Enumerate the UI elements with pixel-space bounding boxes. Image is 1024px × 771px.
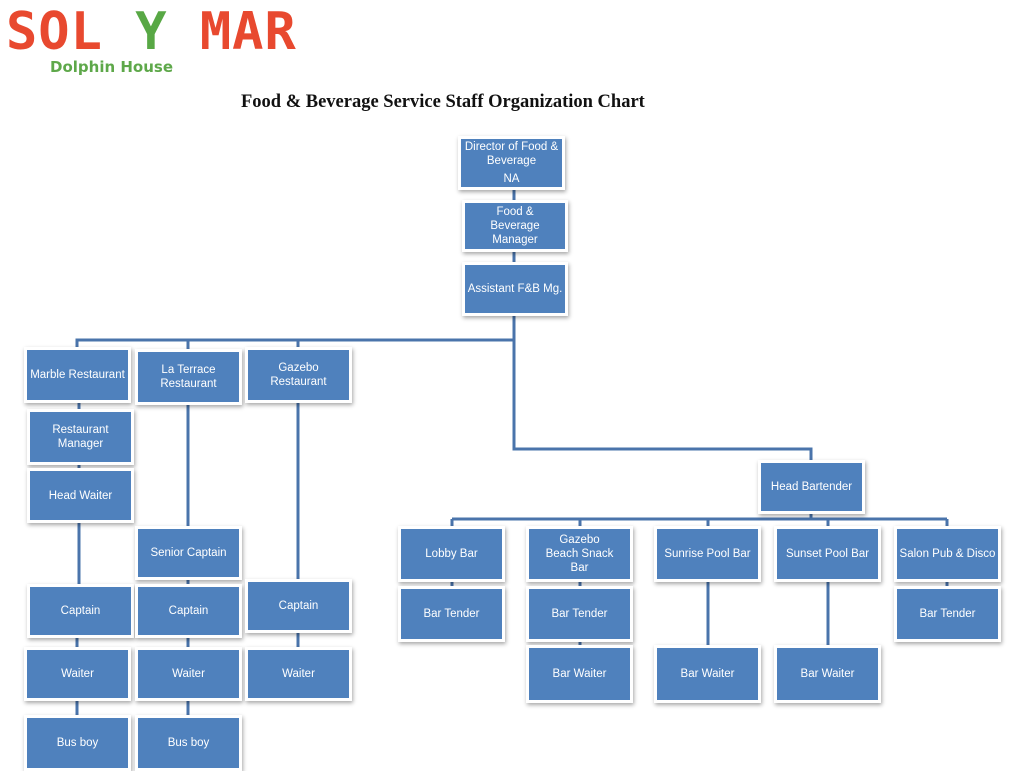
node-bartender-gazebo[interactable]: Bar Tender — [526, 586, 633, 642]
node-la-terrace-restaurant[interactable]: La Terrace Restaurant — [135, 349, 242, 405]
node-fb-manager[interactable]: Food & Beverage Manager — [462, 200, 568, 252]
node-marble-restaurant[interactable]: Marble Restaurant — [24, 347, 131, 403]
node-label: Waiter — [172, 668, 205, 680]
node-label: Bar Tender — [919, 608, 976, 620]
node-label: Lobby Bar — [425, 548, 478, 560]
node-label: Gazebo Restaurant — [270, 362, 327, 388]
node-bartender-salon[interactable]: Bar Tender — [894, 586, 1001, 642]
node-label: Gazebo Beach Snack Bar — [545, 534, 614, 574]
node-label: Director of Food & Beverage — [464, 141, 559, 167]
node-label: Senior Captain — [150, 547, 227, 559]
node-gazebo-restaurant[interactable]: Gazebo Restaurant — [245, 347, 352, 403]
node-label: Bar Waiter — [552, 668, 607, 680]
node-label: Head Waiter — [48, 489, 113, 502]
node-head-bartender[interactable]: Head Bartender — [758, 460, 865, 514]
node-label: Waiter — [282, 668, 315, 680]
node-director[interactable]: Director of Food & Beverage NA — [458, 136, 565, 190]
node-label: Marble Restaurant — [30, 369, 125, 381]
node-waiter-gazebo[interactable]: Waiter — [245, 647, 352, 701]
node-waiter-terrace[interactable]: Waiter — [135, 647, 242, 701]
node-restaurant-manager[interactable]: Restaurant Manager — [27, 409, 134, 465]
node-sunrise-pool-bar[interactable]: Sunrise Pool Bar — [654, 526, 761, 582]
node-captain-marble[interactable]: Captain — [27, 584, 134, 638]
node-sunset-pool-bar[interactable]: Sunset Pool Bar — [774, 526, 881, 582]
node-sublabel: NA — [503, 173, 520, 185]
connector-headbartender-bars-bus — [452, 513, 947, 521]
node-waiter-marble[interactable]: Waiter — [24, 647, 131, 701]
node-label: Bar Tender — [423, 608, 480, 620]
node-label: Bar Waiter — [800, 668, 855, 680]
node-barwaiter-gazebo[interactable]: Bar Waiter — [526, 645, 633, 703]
node-label: Waiter — [61, 668, 94, 680]
node-label: Bus boy — [167, 737, 210, 749]
node-label: Assistant F&B Mg. — [467, 283, 563, 295]
node-bartender-lobby[interactable]: Bar Tender — [398, 586, 505, 642]
node-assistant-fb[interactable]: Assistant F&B Mg. — [462, 262, 568, 316]
node-label: Food & Beverage Manager — [490, 206, 540, 246]
node-busboy-marble[interactable]: Bus boy — [24, 715, 131, 771]
node-label: Sunset Pool Bar — [785, 548, 870, 560]
node-gazebo-beach-snack-bar[interactable]: Gazebo Beach Snack Bar — [526, 526, 633, 582]
node-barwaiter-sunrise[interactable]: Bar Waiter — [654, 645, 761, 703]
node-label: Head Bartender — [770, 481, 853, 493]
node-label: Bar Tender — [551, 608, 608, 620]
connector-assistant-branch — [512, 315, 813, 461]
node-label: Captain — [278, 600, 319, 612]
node-captain-gazebo[interactable]: Captain — [245, 579, 352, 633]
node-label: Captain — [168, 605, 209, 617]
node-barwaiter-sunset[interactable]: Bar Waiter — [774, 645, 881, 703]
node-label: Bus boy — [56, 737, 99, 749]
node-label: Restaurant Manager — [52, 424, 109, 450]
node-lobby-bar[interactable]: Lobby Bar — [398, 526, 505, 582]
node-label: Bar Waiter — [680, 668, 735, 680]
node-salon-pub-disco[interactable]: Salon Pub & Disco — [894, 526, 1001, 582]
node-label: Salon Pub & Disco — [899, 548, 996, 560]
node-head-waiter[interactable]: Head Waiter — [27, 468, 134, 523]
node-captain-terrace[interactable]: Captain — [135, 584, 242, 638]
node-label: La Terrace Restaurant — [160, 364, 217, 390]
node-label: Captain — [60, 605, 101, 617]
node-senior-captain[interactable]: Senior Captain — [135, 526, 242, 580]
node-label: Sunrise Pool Bar — [664, 548, 751, 560]
node-busboy-terrace[interactable]: Bus boy — [135, 715, 242, 771]
